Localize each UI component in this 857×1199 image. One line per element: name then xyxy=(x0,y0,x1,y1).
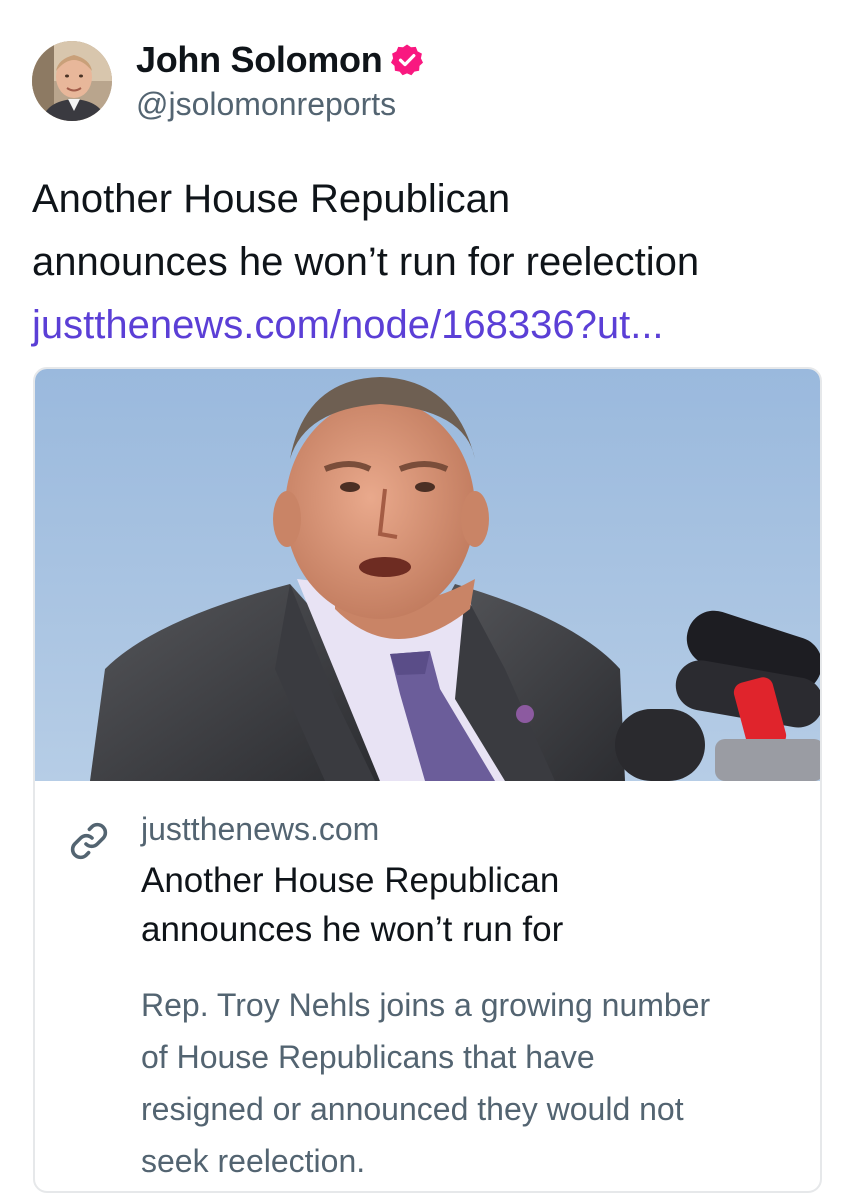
author-display-name[interactable]: John Solomon xyxy=(136,38,383,82)
post-text-line: Another House Republican xyxy=(32,177,511,221)
post-text: Another House Republican announces he wo… xyxy=(32,168,832,357)
author-info: John Solomon @jsolomonreports xyxy=(136,38,424,124)
verified-badge-icon xyxy=(390,43,424,77)
card-description-line: resigned or announced they would not xyxy=(141,1091,684,1127)
card-title-line: announces he won’t run for xyxy=(141,910,564,949)
link-preview-card[interactable]: justthenews.com Another House Republican… xyxy=(33,367,822,1193)
card-title: Another House Republican announces he wo… xyxy=(141,856,781,954)
card-description: Rep. Troy Nehls joins a growing number o… xyxy=(141,979,801,1187)
post-text-line: announces he won’t run for reelection xyxy=(32,240,700,284)
card-description-line: seek reelection. xyxy=(141,1143,366,1179)
card-description-line: of House Republicans that have xyxy=(141,1039,595,1075)
card-title-line: Another House Republican xyxy=(141,861,560,900)
post-link[interactable]: justthenews.com/node/168336?ut... xyxy=(32,294,832,357)
post-header: John Solomon @jsolomonreports xyxy=(32,38,424,124)
card-description-line: Rep. Troy Nehls joins a growing number xyxy=(141,987,711,1023)
post: John Solomon @jsolomonreports Another Ho… xyxy=(0,0,857,1199)
avatar[interactable] xyxy=(32,41,112,121)
author-handle[interactable]: @jsolomonreports xyxy=(136,84,424,124)
link-icon xyxy=(70,822,108,860)
name-row: John Solomon xyxy=(136,38,424,82)
card-image xyxy=(35,369,820,781)
card-body: justthenews.com Another House Republican… xyxy=(35,781,820,1191)
card-domain: justthenews.com xyxy=(141,811,380,847)
